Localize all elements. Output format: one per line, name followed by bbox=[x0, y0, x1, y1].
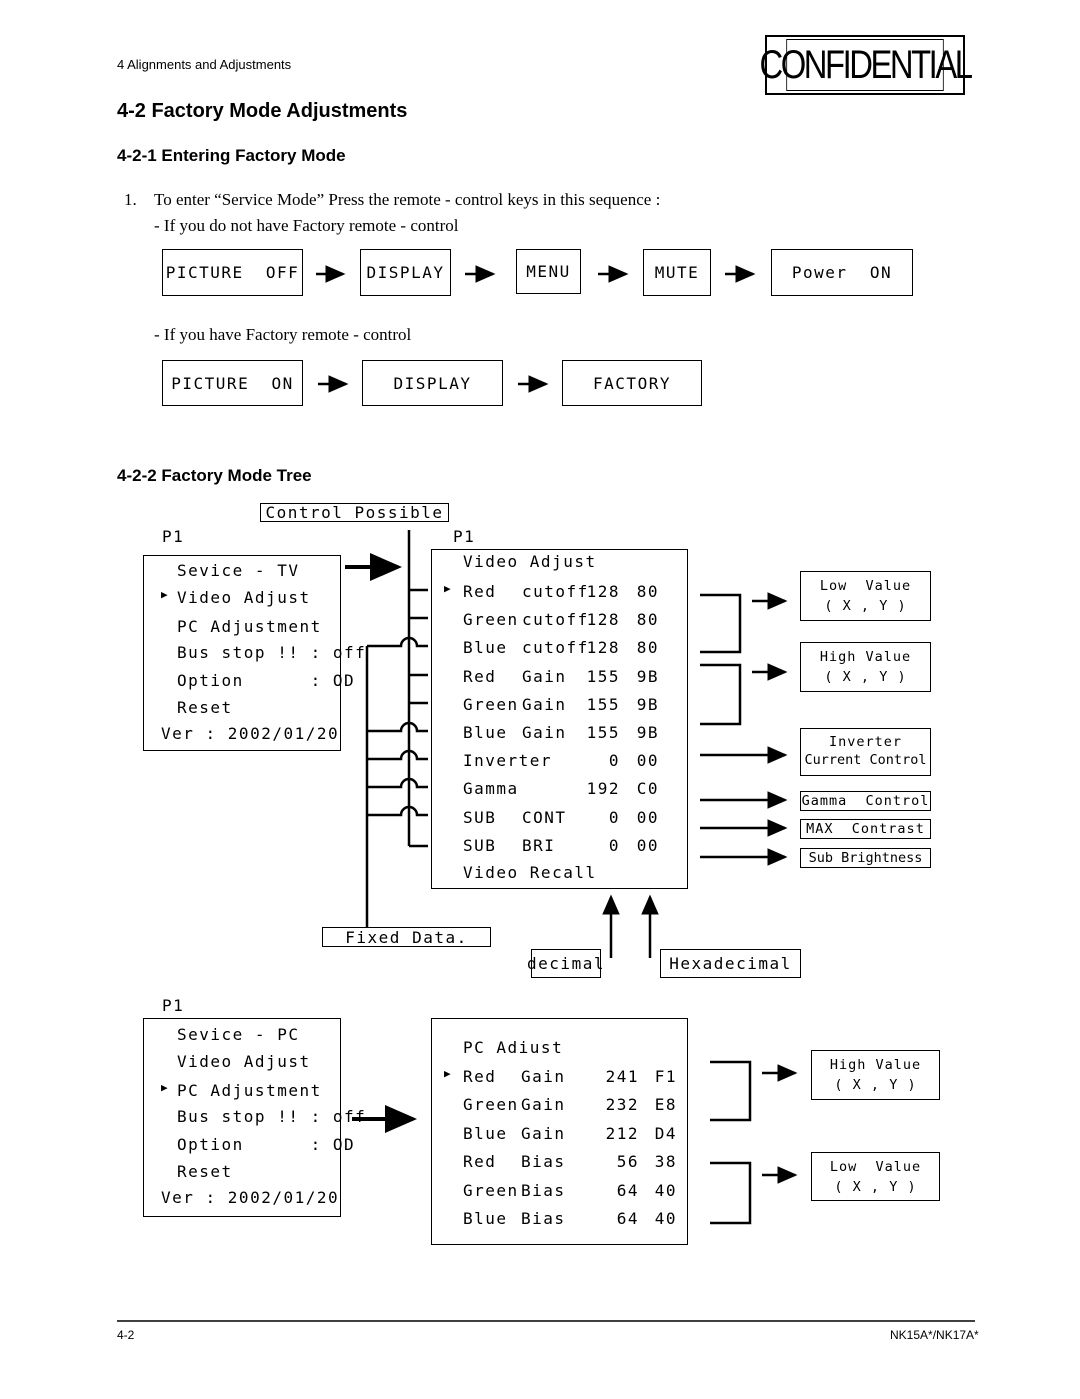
menu-row-cell: 00 bbox=[636, 835, 659, 855]
pc-adjust-menu: PC Adiust ▶ Red Gain 241 F1 Green Gain 232 E8 Bl… bbox=[431, 1018, 688, 1245]
menu-row-cell: Blue bbox=[463, 638, 508, 658]
menu-row-cell: 56 bbox=[616, 1152, 639, 1172]
menu-row-cell: Bias bbox=[521, 1209, 566, 1228]
decimal-label: decimal bbox=[527, 949, 603, 978]
menu-row-cell: cutoff bbox=[522, 638, 589, 658]
menu-row-cell: BRI bbox=[522, 835, 556, 855]
page-label: P1 bbox=[453, 527, 476, 546]
menu-row-cell: Red bbox=[463, 582, 497, 601]
high-value-note: High Value( X , Y ) bbox=[811, 1050, 940, 1100]
menu-row-cell: 192 bbox=[586, 779, 620, 799]
menu-row-cell: 155 bbox=[586, 666, 620, 686]
menu-row-cell: Green bbox=[463, 694, 519, 714]
menu-row-cell: Inverter bbox=[463, 751, 553, 771]
menu-row-cell: Bias bbox=[521, 1152, 566, 1172]
menu-row-cell: 0 bbox=[608, 835, 620, 855]
inverter-note: Inverter Current Control bbox=[800, 728, 931, 776]
page-label: P1 bbox=[162, 996, 185, 1015]
menu-row-cell: 64 bbox=[616, 1209, 639, 1228]
menu-row-cell: cutoff bbox=[522, 582, 589, 601]
pc-service-menu: Sevice - PC Video Adjust ▶ PC Adjustment… bbox=[143, 1018, 365, 1217]
fixed-data-label: Fixed Data. bbox=[322, 927, 491, 947]
menu-row-cell: Gain bbox=[521, 1123, 566, 1143]
menu-row-cell: Gain bbox=[521, 1095, 566, 1115]
tv-service-menu: Sevice - TV ▶ Video Adjust PC Adjustment… bbox=[143, 555, 365, 751]
menu-row-cell: Gain bbox=[522, 666, 567, 686]
menu-row-cell: Blue bbox=[463, 1209, 508, 1228]
menu-row-cell: 00 bbox=[636, 807, 659, 827]
menu-row-cell: Blue bbox=[463, 1123, 508, 1143]
document-page: 4 Alignments and Adjustments CONFIDENTIA… bbox=[0, 0, 1080, 1399]
menu-row-cell: 0 bbox=[608, 751, 620, 771]
menu-row-cell: Gamma bbox=[463, 779, 519, 799]
menu-row-cell: Green bbox=[463, 610, 519, 630]
menu-row-cell: Red bbox=[463, 666, 497, 686]
menu-row-cell: 155 bbox=[586, 723, 620, 742]
menu-row-cell: 38 bbox=[654, 1152, 677, 1172]
menu-row-cell: Gain bbox=[522, 694, 567, 714]
menu-row-cell: 80 bbox=[636, 582, 659, 601]
sub-brightness-note: Sub Brightness bbox=[800, 848, 931, 868]
control-possible-label: Control Possible bbox=[260, 503, 449, 522]
menu-row-cell: 9B bbox=[636, 723, 659, 742]
menu-row-cell: 9B bbox=[636, 694, 659, 714]
page-label: P1 bbox=[162, 527, 185, 546]
menu-row-cell: 40 bbox=[654, 1180, 677, 1200]
menu-row-cell: 232 bbox=[605, 1095, 639, 1115]
menu-row-cell: 9B bbox=[636, 666, 659, 686]
menu-row-cell: Blue bbox=[463, 723, 508, 742]
model-number: NK15A*/NK17A* bbox=[890, 1328, 979, 1342]
menu-row-cell: 128 bbox=[586, 638, 620, 658]
menu-row-cell: 155 bbox=[586, 694, 620, 714]
menu-row-cell: 212 bbox=[605, 1123, 639, 1143]
menu-row-cell: Green bbox=[463, 1180, 519, 1200]
menu-row-cell: F1 bbox=[654, 1067, 677, 1086]
video-adjust-menu: Video Adjust ▶ Video Recall Red cutoff 128… bbox=[431, 549, 688, 889]
menu-row-cell: 128 bbox=[586, 582, 620, 601]
menu-row-cell: Red bbox=[463, 1067, 497, 1086]
max-contrast-note: MAX Contrast bbox=[800, 819, 931, 839]
menu-row-cell: Bias bbox=[521, 1180, 566, 1200]
low-value-note: Low Value( X , Y ) bbox=[800, 571, 931, 621]
menu-row-cell: D4 bbox=[654, 1123, 677, 1143]
menu-row-cell: 128 bbox=[586, 610, 620, 630]
menu-row-cell: Gain bbox=[521, 1067, 566, 1086]
hexadecimal-label: Hexadecimal bbox=[660, 949, 801, 978]
menu-row-cell: Gain bbox=[522, 723, 567, 742]
menu-row-cell: SUB bbox=[463, 807, 497, 827]
menu-row-cell: 80 bbox=[636, 610, 659, 630]
menu-row-cell: Green bbox=[463, 1095, 519, 1115]
menu-row-cell: 64 bbox=[616, 1180, 639, 1200]
high-value-note: High Value( X , Y ) bbox=[800, 642, 931, 692]
page-number: 4-2 bbox=[117, 1328, 135, 1342]
menu-row-cell: CONT bbox=[522, 807, 567, 827]
menu-row-cell: 00 bbox=[636, 751, 659, 771]
menu-row-cell: SUB bbox=[463, 835, 497, 855]
menu-row-cell: 40 bbox=[654, 1209, 677, 1228]
menu-row-cell: Red bbox=[463, 1152, 497, 1172]
low-value-note: Low Value( X , Y ) bbox=[811, 1152, 940, 1201]
menu-row-cell: E8 bbox=[654, 1095, 677, 1115]
menu-row-cell: 241 bbox=[605, 1067, 639, 1086]
gamma-control-note: Gamma Control bbox=[800, 791, 931, 811]
menu-row-cell: 0 bbox=[608, 807, 620, 827]
menu-row-cell: C0 bbox=[636, 779, 659, 799]
menu-row-cell: cutoff bbox=[522, 610, 589, 630]
menu-row-cell: 80 bbox=[636, 638, 659, 658]
